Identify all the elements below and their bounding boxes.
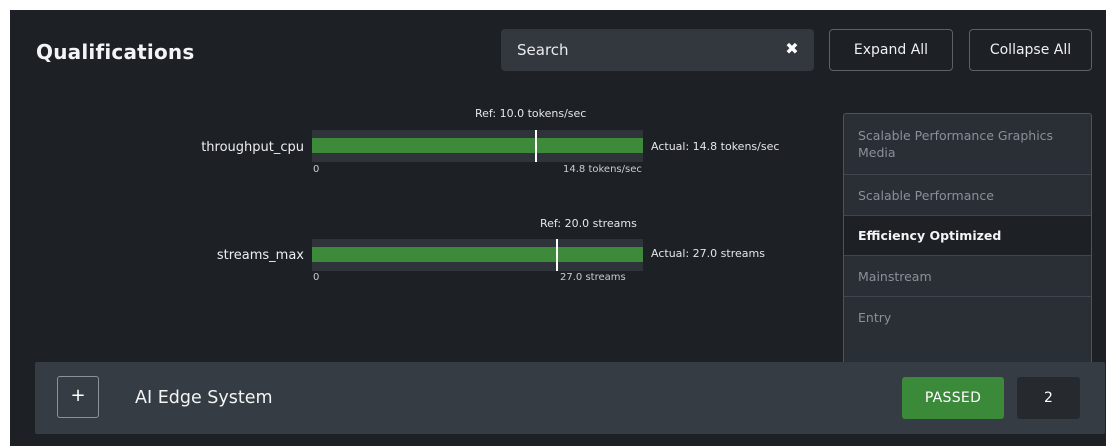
reference-label: Ref: 10.0 tokens/sec (475, 107, 587, 120)
status-badge: PASSED (902, 377, 1004, 419)
close-icon[interactable]: ✖ (782, 38, 802, 60)
actual-label: Actual: 27.0 streams (651, 247, 765, 260)
metric-name: streams_max (216, 248, 304, 263)
reference-marker (556, 239, 559, 271)
filter-item-mainstream[interactable]: Mainstream (844, 256, 1091, 297)
system-name: AI Edge System (135, 388, 273, 408)
bar-track (312, 130, 643, 162)
filter-item-scalable-performance[interactable]: Scalable Performance (844, 175, 1091, 216)
filter-item-entry[interactable]: Entry (844, 297, 1091, 337)
system-row[interactable]: + AI Edge System PASSED 2 (35, 362, 1105, 434)
filter-item-label: Scalable Performance Graphics Media (858, 128, 1054, 160)
bar-track (312, 239, 643, 271)
category-filter-list: Scalable Performance Graphics Media Scal… (843, 113, 1092, 365)
axis-max-label: 27.0 streams (560, 272, 626, 283)
bar-fill (312, 247, 643, 262)
filter-item-label: Entry (858, 309, 892, 325)
actual-label: Actual: 14.8 tokens/sec (651, 140, 780, 153)
search-input-text[interactable]: Search (517, 41, 569, 59)
collapse-all-button[interactable]: Collapse All (969, 29, 1092, 71)
page-title: Qualifications (36, 40, 195, 64)
reference-label: Ref: 20.0 streams (540, 217, 637, 230)
axis-min-label: 0 (313, 164, 320, 175)
filter-item-scalable-performance-graphics-media[interactable]: Scalable Performance Graphics Media (844, 114, 1091, 175)
filter-item-label: Scalable Performance (858, 187, 994, 203)
axis-max-label: 14.8 tokens/sec (563, 164, 642, 175)
filter-item-label: Mainstream (858, 268, 932, 284)
expand-row-button[interactable]: + (57, 376, 99, 418)
qualifications-panel: Qualifications Search ✖ Expand All Colla… (10, 10, 1106, 446)
filter-item-efficiency-optimized[interactable]: Efficiency Optimized (844, 216, 1091, 256)
axis-min-label: 0 (313, 272, 320, 283)
search-input[interactable]: Search ✖ (501, 29, 814, 71)
filter-item-label: Efficiency Optimized (858, 228, 1002, 243)
metric-name: throughput_cpu (201, 140, 304, 155)
count-badge: 2 (1017, 377, 1080, 419)
bar-fill (312, 138, 643, 153)
reference-marker (534, 130, 537, 162)
expand-all-button[interactable]: Expand All (829, 29, 953, 71)
